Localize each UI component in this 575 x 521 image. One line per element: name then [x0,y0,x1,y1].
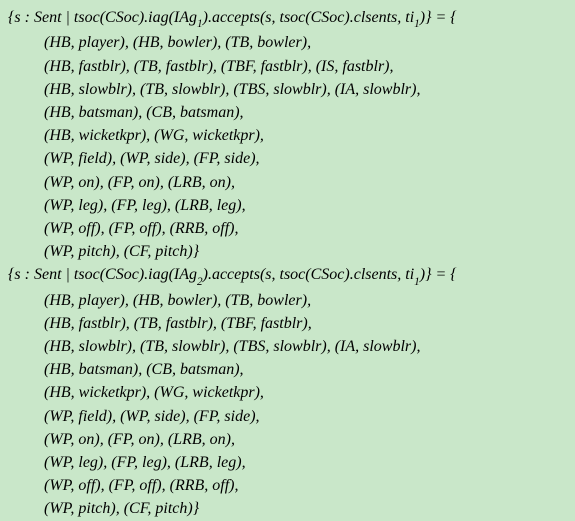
set1-line: (WP, leg), (FP, leg), (LRB, leg), [8,194,567,217]
set-header-1: {s : Sent | tsoc(CSoc).iag(IAg1).accepts… [8,6,567,31]
set1-line: (WP, field), (WP, side), (FP, side), [8,147,567,170]
set1-line: (HB, slowblr), (TB, slowblr), (TBS, slow… [8,78,567,101]
set2-line: (HB, player), (HB, bowler), (TB, bowler)… [8,289,567,312]
set1-line: (WP, pitch), (CF, pitch)} [8,240,567,263]
set2-line: (HB, batsman), (CB, batsman), [8,358,567,381]
set1-line: (HB, wicketkpr), (WG, wicketkpr), [8,124,567,147]
set2-line: (HB, wicketkpr), (WG, wicketkpr), [8,381,567,404]
set2-line: (WP, leg), (FP, leg), (LRB, leg), [8,451,567,474]
set2-line: (HB, slowblr), (TB, slowblr), (TBS, slow… [8,335,567,358]
set2-line: (WP, field), (WP, side), (FP, side), [8,405,567,428]
set2-line: (HB, fastblr), (TB, fastblr), (TBF, fast… [8,312,567,335]
set1-line: (WP, off), (FP, off), (RRB, off), [8,217,567,240]
set1-line: (HB, player), (HB, bowler), (TB, bowler)… [8,31,567,54]
set1-line: (WP, on), (FP, on), (LRB, on), [8,171,567,194]
set2-line: (WP, on), (FP, on), (LRB, on), [8,428,567,451]
set1-line: (HB, fastblr), (TB, fastblr), (TBF, fast… [8,55,567,78]
set-header-2: {s : Sent | tsoc(CSoc).iag(IAg2).accepts… [8,263,567,288]
set2-line: (WP, off), (FP, off), (RRB, off), [8,474,567,497]
set2-line: (WP, pitch), (CF, pitch)} [8,497,567,520]
set1-line: (HB, batsman), (CB, batsman), [8,101,567,124]
